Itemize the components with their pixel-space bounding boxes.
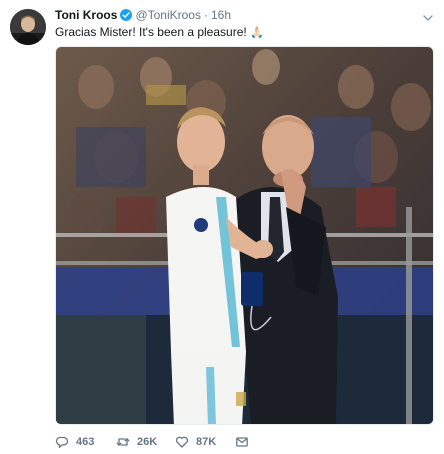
reply-button[interactable]: 463	[55, 434, 94, 450]
reply-count: 463	[76, 436, 95, 448]
tweet-photo[interactable]	[55, 46, 434, 425]
chevron-down-icon[interactable]	[422, 10, 434, 21]
timestamp[interactable]: 16h	[211, 8, 231, 22]
retweet-button[interactable]: 26K	[116, 434, 157, 450]
folded-hands-emoji: 🙏🏻	[250, 27, 264, 39]
tweet-header: Toni Kroos @ToniKroos · 16h	[55, 8, 231, 22]
photo-illustration	[56, 47, 433, 424]
avatar[interactable]	[10, 9, 46, 45]
like-icon	[175, 436, 189, 448]
retweet-count: 26K	[137, 436, 158, 448]
separator-dot: ·	[203, 8, 208, 22]
tweet-card[interactable]: Toni Kroos @ToniKroos · 16h Gracias Mist…	[0, 0, 444, 454]
verified-badge-icon	[120, 9, 133, 21]
reply-icon	[55, 436, 69, 448]
direct-message-icon	[236, 437, 248, 447]
direct-message-button[interactable]	[235, 434, 249, 450]
like-count: 87K	[196, 436, 217, 448]
display-name[interactable]: Toni Kroos	[55, 8, 117, 22]
tweet-text: Gracias Mister! It's been a pleasure! 🙏🏻	[55, 25, 264, 41]
tweet-body: Gracias Mister! It's been a pleasure!	[55, 25, 247, 39]
like-button[interactable]: 87K	[175, 434, 216, 450]
handle[interactable]: @ToniKroos	[135, 8, 201, 22]
retweet-icon	[116, 438, 130, 446]
